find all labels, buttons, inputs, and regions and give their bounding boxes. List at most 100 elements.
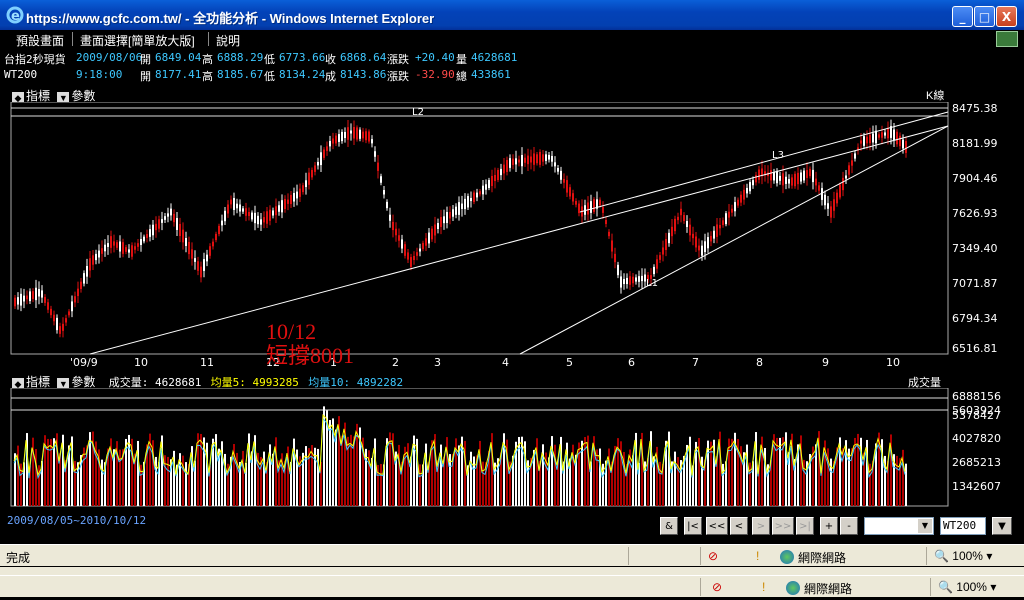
- zoom-in-button[interactable]: +: [820, 517, 838, 535]
- nav-amp-button[interactable]: &: [660, 517, 678, 535]
- candle-body: [506, 160, 508, 172]
- candle-body: [23, 295, 25, 302]
- candle-body: [113, 241, 115, 246]
- candle-body: [641, 275, 643, 282]
- candle-body: [563, 178, 565, 183]
- candle-body: [716, 224, 718, 237]
- candle-body: [371, 139, 373, 144]
- symbol-dropdown-button[interactable]: ▼: [992, 517, 1012, 535]
- protected-mode-icon[interactable]: !: [762, 580, 765, 594]
- price-x-tick: 2: [392, 356, 399, 369]
- candle-body: [401, 239, 403, 249]
- nav-last-button[interactable]: >|: [796, 517, 814, 535]
- nav-fast-forward-button[interactable]: >>: [772, 517, 794, 535]
- candle-body: [863, 136, 865, 146]
- menu-layout-select[interactable]: 畫面選擇[簡單放大版]: [80, 32, 195, 49]
- menu-default-layout[interactable]: 預設畫面: [16, 32, 64, 49]
- candle-body: [653, 266, 655, 275]
- zone-indicator[interactable]: 網際網路: [780, 549, 846, 566]
- candle-body: [83, 273, 85, 284]
- nav-back-button[interactable]: <: [730, 517, 748, 535]
- candle-body: [128, 249, 130, 253]
- price-panel-header: ◆ 指標 ▼ 參數: [12, 87, 95, 104]
- candle-body: [212, 241, 214, 247]
- quote-high-label: 高: [202, 53, 213, 66]
- zoom-control[interactable]: 🔍 100% ▾: [938, 580, 996, 594]
- price-chart[interactable]: L2 L3 L1 8475.388181.997904.467626.93734…: [0, 102, 1024, 370]
- chevron-down-icon[interactable]: ▼: [918, 519, 932, 533]
- zoom-control[interactable]: 🔍 100% ▾: [934, 549, 992, 563]
- candle-body: [284, 198, 286, 210]
- candle-body: [341, 131, 343, 142]
- candle-body: [392, 221, 394, 231]
- ie-logo-icon: e: [6, 6, 24, 24]
- indicator-label[interactable]: 指標: [26, 375, 50, 389]
- nav-first-button[interactable]: |<: [684, 517, 702, 535]
- symbol-input[interactable]: WT200: [940, 517, 986, 535]
- candle-body: [380, 176, 382, 183]
- candle-body: [215, 233, 217, 241]
- quote-high: 8185.67: [217, 68, 264, 81]
- status-divider: [700, 578, 701, 596]
- candle-body: [809, 168, 811, 177]
- candle-body: [896, 131, 898, 145]
- candle-body: [869, 134, 871, 144]
- menu-help[interactable]: 說明: [216, 32, 240, 49]
- candle-body: [545, 154, 547, 161]
- menu-divider: [72, 32, 73, 46]
- price-x-axis: '09/9 10 11 12 1 2 3 4 5 6 7 8 9 10: [70, 356, 900, 369]
- candle-body: [233, 198, 235, 210]
- minimize-button[interactable]: _: [952, 6, 973, 27]
- candle-body: [236, 203, 238, 209]
- candle-body: [419, 248, 421, 252]
- volume-bar: [674, 451, 676, 506]
- param-label[interactable]: 參數: [71, 89, 95, 103]
- price-x-tick: 6: [628, 356, 635, 369]
- candle-body: [350, 130, 352, 134]
- candle-body: [455, 206, 457, 215]
- candle-body: [416, 252, 418, 256]
- price-y-tick: 7904.46: [952, 172, 998, 185]
- volume-bar: [200, 433, 202, 506]
- candle-body: [14, 297, 16, 307]
- annotation-l1: L1: [646, 278, 658, 289]
- candle-body: [17, 297, 19, 305]
- candle-body: [527, 155, 529, 165]
- popup-blocked-icon[interactable]: ⊘: [712, 580, 722, 594]
- candle-body: [137, 243, 139, 247]
- candle-body: [662, 247, 664, 255]
- zone-indicator[interactable]: 網際網路: [786, 580, 852, 597]
- candle-body: [95, 253, 97, 261]
- period-select[interactable]: ▼: [864, 517, 934, 535]
- candle-body: [815, 178, 817, 186]
- candle-body: [470, 197, 472, 202]
- candle-body: [689, 224, 691, 236]
- candle-body: [512, 158, 514, 165]
- quote-volume: 4628681: [471, 51, 518, 64]
- candle-body: [737, 199, 739, 206]
- zoom-out-button[interactable]: -: [840, 517, 858, 535]
- quote-symbol: WT200: [4, 68, 38, 81]
- volume-chart[interactable]: 6888156560392453784274027820268521313426…: [0, 388, 1024, 508]
- nav-forward-button[interactable]: >: [752, 517, 770, 535]
- grid-layout-icon[interactable]: [996, 31, 1018, 47]
- close-button[interactable]: X: [996, 6, 1017, 27]
- candle-body: [704, 241, 706, 253]
- quote-change-label: 漲跌: [387, 53, 409, 66]
- popup-blocked-icon[interactable]: ⊘: [708, 549, 718, 563]
- candle-body: [626, 277, 628, 285]
- candle-body: [404, 244, 406, 256]
- protected-mode-icon[interactable]: !: [756, 549, 759, 563]
- candle-body: [719, 224, 721, 229]
- volume-bar: [470, 451, 472, 506]
- candle-body: [686, 221, 688, 227]
- candle-body: [839, 184, 841, 198]
- indicator-label[interactable]: 指標: [26, 89, 50, 103]
- param-label[interactable]: 參數: [71, 375, 95, 389]
- candle-body: [98, 250, 100, 258]
- candle-body: [413, 255, 415, 261]
- maximize-button[interactable]: □: [974, 6, 995, 27]
- price-y-tick: 6516.81: [952, 342, 998, 355]
- candle-body: [194, 258, 196, 262]
- nav-fast-back-button[interactable]: <<: [706, 517, 728, 535]
